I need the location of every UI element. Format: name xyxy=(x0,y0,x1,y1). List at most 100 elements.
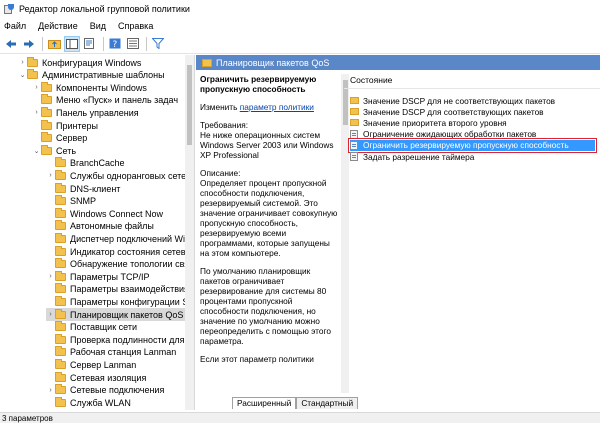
tree-item[interactable]: Диспетчер подключений Wind xyxy=(46,232,194,245)
tree-item[interactable]: Принтеры xyxy=(32,119,98,132)
folder-icon xyxy=(55,182,66,193)
column-header-state[interactable]: Состояние xyxy=(350,75,392,85)
settings-list-item[interactable]: Ограничить резервируемую пропускную спос… xyxy=(348,137,597,153)
toolbar-separator xyxy=(42,36,43,51)
tree-item[interactable]: Параметры конфигурации SSL xyxy=(46,295,195,308)
tree-item[interactable]: Сервер xyxy=(32,132,87,145)
menu-action[interactable]: Действие xyxy=(38,21,78,31)
export-icon[interactable] xyxy=(82,36,98,52)
folder-icon xyxy=(55,245,66,256)
folder-icon xyxy=(55,358,66,369)
tree-item-label: Панель управления xyxy=(56,107,139,118)
tree-item[interactable]: Рабочая станция Lanman xyxy=(46,346,176,359)
tab-extended[interactable]: Расширенный xyxy=(232,397,297,409)
folder-icon xyxy=(41,94,52,105)
tree-item[interactable]: ⌄ Административные шаблоны xyxy=(18,69,165,82)
policy-setting-icon xyxy=(350,129,358,139)
folder-icon xyxy=(55,207,66,218)
forward-icon[interactable] xyxy=(21,36,37,52)
tree-item-label: Планировщик пакетов QoS xyxy=(70,309,184,320)
tree-item[interactable]: Обнаружение топологии связи xyxy=(46,258,195,271)
menu-file[interactable]: Файл xyxy=(4,21,26,31)
tree-item-label: Обнаружение топологии связи xyxy=(70,259,195,270)
edit-policy-link[interactable]: параметр политики xyxy=(240,102,314,112)
settings-list-item-label: Задать разрешение таймера xyxy=(363,151,475,162)
menu-help[interactable]: Справка xyxy=(118,21,153,31)
tree-item[interactable]: Меню «Пуск» и панель задач xyxy=(32,94,178,107)
tree-scrollbar-thumb[interactable] xyxy=(187,65,192,145)
status-bar: 3 параметров xyxy=(0,412,600,423)
properties-icon[interactable] xyxy=(125,36,141,52)
tab-standard[interactable]: Стандартный xyxy=(296,397,359,409)
settings-list-item[interactable]: Значение DSCP для не соответствующих пак… xyxy=(350,95,590,106)
description-title: Ограничить резервируемую пропускную спос… xyxy=(200,74,317,94)
gpedit-app-icon xyxy=(4,4,14,14)
tree-item[interactable]: › Службы одноранговых сетей M xyxy=(46,169,194,182)
tree-item[interactable]: Поставщик сети xyxy=(46,321,137,334)
tree-pane[interactable]: › Конфигурация Windows ⌄ Административные ш… xyxy=(0,55,195,410)
folder-icon xyxy=(41,81,52,92)
header-divider xyxy=(344,88,600,89)
chevron-right-icon[interactable]: › xyxy=(46,273,55,280)
tree-item-label: Автономные файлы xyxy=(70,221,154,232)
policy-setting-icon xyxy=(350,152,358,161)
chevron-right-icon[interactable]: › xyxy=(32,109,41,116)
tree-item-label: Сетевые подключения xyxy=(70,385,165,396)
tree-item[interactable]: › Конфигурация Windows xyxy=(18,56,141,69)
folder-icon xyxy=(55,270,66,281)
tree-item-label: Параметры конфигурации SSL xyxy=(70,296,195,307)
tree-item[interactable]: Сервер Lanman xyxy=(46,358,136,371)
up-folder-icon[interactable] xyxy=(46,36,62,52)
tree-item[interactable]: › Компоненты Windows xyxy=(32,81,147,94)
folder-icon xyxy=(55,295,66,306)
settings-list-item[interactable]: Ограничение ожидающих обработки пакетов xyxy=(350,129,590,140)
chevron-right-icon[interactable]: › xyxy=(46,311,55,318)
tree-item[interactable]: › Сетевые подключения xyxy=(46,384,164,397)
chevron-right-icon[interactable]: › xyxy=(46,172,55,179)
tree-item-label: Проверка подлинности для тер xyxy=(70,334,195,345)
tree-item[interactable]: › Параметры TCP/IP xyxy=(46,270,149,283)
help-icon[interactable]: ? xyxy=(107,36,123,52)
tree-item-label: Параметры взаимодействия к xyxy=(70,284,195,295)
folder-icon xyxy=(41,119,52,130)
tree-item[interactable]: Служба WLAN xyxy=(46,396,131,409)
folder-icon xyxy=(55,232,66,243)
back-icon[interactable] xyxy=(3,36,19,52)
tree-item-label: Windows Connect Now xyxy=(70,208,164,219)
tree-item[interactable]: Параметры взаимодействия к xyxy=(46,283,195,296)
description-label: Описание: xyxy=(200,168,241,178)
show-tree-icon[interactable] xyxy=(64,35,80,52)
settings-list-item[interactable]: Задать разрешение таймера xyxy=(350,151,590,162)
window-title: Редактор локальной групповой политики xyxy=(19,4,190,14)
tree-item-label: Меню «Пуск» и панель задач xyxy=(56,95,179,106)
tree-item[interactable]: Сетевая изоляция xyxy=(46,371,146,384)
settings-list-item[interactable]: Значение приоритета второго уровня xyxy=(350,117,590,128)
tree-item[interactable]: Проверка подлинности для тер xyxy=(46,333,195,346)
tree-item[interactable]: BranchCache xyxy=(46,157,125,170)
tree-item[interactable]: › Планировщик пакетов QoS xyxy=(46,308,188,321)
tree-item[interactable]: Windows Connect Now xyxy=(46,207,163,220)
tree-item-label: Компоненты Windows xyxy=(56,82,147,93)
tree-item[interactable]: › Панель управления xyxy=(32,106,139,119)
requirements-text: Не ниже операционных систем Windows Serv… xyxy=(200,130,334,160)
chevron-down-icon[interactable]: ⌄ xyxy=(32,147,41,155)
tree-item-label: Принтеры xyxy=(56,120,98,131)
chevron-right-icon[interactable]: › xyxy=(46,387,55,394)
settings-list-item[interactable]: Значение DSCP для соответствующих пакето… xyxy=(350,106,590,117)
tree-item[interactable]: Индикатор состояния сетевого xyxy=(46,245,194,258)
chevron-right-icon[interactable]: › xyxy=(32,84,41,91)
folder-icon xyxy=(350,108,359,116)
right-pane-header-title: Планировщик пакетов QoS xyxy=(216,57,330,68)
folder-icon xyxy=(55,371,66,382)
tree-item[interactable]: ⌄ Сеть xyxy=(32,144,76,157)
tree-scrollbar[interactable] xyxy=(185,55,194,410)
chevron-down-icon[interactable]: ⌄ xyxy=(18,71,27,79)
chevron-right-icon[interactable]: › xyxy=(18,59,27,66)
edit-policy-line: Изменить параметр политики xyxy=(200,102,338,112)
filter-icon[interactable] xyxy=(150,36,166,52)
tree-item[interactable]: Автономные файлы xyxy=(46,220,154,233)
tree-item[interactable]: SNMP xyxy=(46,195,96,208)
settings-list-item-label: Ограничить резервируемую пропускную спос… xyxy=(363,140,569,151)
menu-view[interactable]: Вид xyxy=(90,21,106,31)
tree-item[interactable]: DNS-клиент xyxy=(46,182,120,195)
